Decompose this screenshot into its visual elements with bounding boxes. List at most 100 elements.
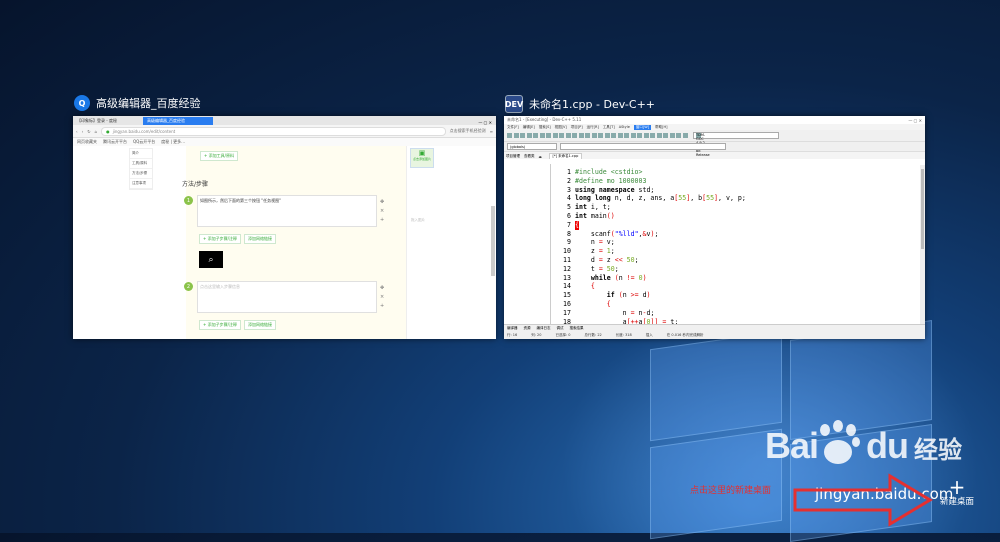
browser-task-title[interactable]: Q 高级编辑器_百度经验 <box>74 95 201 111</box>
left-menu-item[interactable]: 简介 <box>130 149 152 159</box>
toolbar-icon[interactable] <box>656 133 662 138</box>
side-tab[interactable]: 查看类 <box>522 154 537 159</box>
toolbar-icon[interactable] <box>513 133 519 138</box>
menu-item[interactable]: AStyle <box>619 125 630 129</box>
toolbar-icon[interactable] <box>630 133 636 138</box>
toolbar-icon[interactable] <box>526 133 532 138</box>
globals-select[interactable]: (globals) <box>507 143 557 150</box>
add-image-label: 点击添加图片 <box>412 157 431 161</box>
toolbar-icon[interactable] <box>565 133 571 138</box>
toolbar-icon[interactable] <box>650 133 655 138</box>
step1-text: 如图所示，然后下面的第三个按钮 "任务视图" <box>200 198 281 203</box>
toolbar-icon[interactable] <box>585 133 590 138</box>
devcpp-toolbar: TDM-GCC 4.9.2 64-bit Release <box>504 130 925 157</box>
editor-left-menu: 简介 工具/原料 方法/步骤 注意事项 <box>129 148 153 190</box>
function-select[interactable] <box>560 143 726 150</box>
add-link-button[interactable]: 添加网络链接 <box>244 320 276 330</box>
bookmark-item[interactable]: 腾讯云开平台 <box>103 139 127 145</box>
bottom-tab[interactable]: 资源 <box>524 326 531 331</box>
toolbar-icon[interactable] <box>559 133 564 138</box>
step2-placeholder: 点击这里输入步骤信息 <box>200 284 240 289</box>
status-item: 行: 16 <box>507 333 518 337</box>
toolbar-icon[interactable] <box>539 133 545 138</box>
editor-scrollbar[interactable] <box>920 165 925 325</box>
toolbar-icon[interactable] <box>572 133 577 138</box>
bookmark-item[interactable]: QQ云开平台 <box>133 139 155 145</box>
forward-icon[interactable]: › <box>82 129 84 134</box>
menu-item[interactable]: 搜索[S] <box>539 125 551 130</box>
toolbar-icon[interactable] <box>552 133 558 138</box>
toolbar-icon[interactable] <box>611 133 616 138</box>
toolbar-icon[interactable] <box>663 133 668 138</box>
side-tab-arrows[interactable]: ◂▸ <box>537 155 549 159</box>
left-menu-item[interactable]: 工具/原料 <box>130 159 152 169</box>
back-icon[interactable]: ‹ <box>76 129 78 134</box>
left-menu-item[interactable]: 注意事项 <box>130 179 152 189</box>
line-number: 5 <box>567 203 571 212</box>
bookmark-item[interactable]: 度秘 | 更多... <box>161 139 185 145</box>
devcpp-titlebar: 未命名1 - [Executing] - Dev-C++ 5.11 — ▢ ✕ <box>504 116 925 124</box>
toolbar-icon[interactable] <box>546 133 551 138</box>
browser-tab-2[interactable]: 高级编辑器_百度经验 <box>143 117 213 125</box>
toolbar-icon[interactable] <box>637 133 642 138</box>
menu-item[interactable]: 视图[V] <box>555 125 567 130</box>
left-menu-item[interactable]: 方法/步骤 <box>130 169 152 179</box>
toolbar-icon[interactable] <box>533 133 538 138</box>
side-tab[interactable]: 项目管理 <box>504 154 522 159</box>
browser-scrollbar[interactable] <box>491 206 495 276</box>
add-link-button[interactable]: 添加网络链接 <box>244 234 276 244</box>
step-side-icons[interactable]: ✥ × + <box>380 198 384 225</box>
add-image-button[interactable]: ▣ 点击添加图片 <box>410 148 434 168</box>
step-side-icons[interactable]: ✥ × + <box>380 284 384 311</box>
toolbar-icon[interactable] <box>598 133 603 138</box>
search-hint[interactable]: 点击搜索手机经验测 <box>450 128 486 134</box>
step1-textarea[interactable]: 如图所示，然后下面的第三个按钮 "任务视图" <box>197 195 377 227</box>
refresh-icon[interactable]: ↻ <box>87 129 90 134</box>
menu-item[interactable]: 工具[T] <box>603 125 615 130</box>
menu-item[interactable]: 编辑[E] <box>523 125 535 130</box>
toolbar-icon[interactable] <box>669 133 675 138</box>
menu-item[interactable]: 运行[R] <box>587 125 599 130</box>
new-desktop-button[interactable]: + 新建桌面 <box>935 477 979 507</box>
line-number: 9 <box>567 238 571 247</box>
toolbar-icon[interactable] <box>676 133 681 138</box>
toolbar-icon[interactable] <box>520 133 525 138</box>
menu-item[interactable]: 窗口[W] <box>633 124 652 130</box>
toolbar-icon[interactable] <box>604 133 610 138</box>
window-controls[interactable]: — ▢ ✕ <box>478 120 496 125</box>
bottom-tab[interactable]: 编译器 <box>507 326 518 331</box>
toolbar-icon[interactable] <box>578 133 584 138</box>
toolbar-icon[interactable] <box>617 133 623 138</box>
devcpp-task-title[interactable]: DEV 未命名1.cpp - Dev-C++ <box>505 95 655 113</box>
browser-window-thumbnail[interactable]: 【印象标】登录 - 度秘 高级编辑器_百度经验 — ▢ ✕ ‹ › ↻ ⌂ ● … <box>73 116 496 339</box>
address-bar[interactable]: ● jingyan.baidu.com/edit/content <box>101 126 446 136</box>
home-icon[interactable]: ⌂ <box>95 129 98 134</box>
devcpp-app-icon: DEV <box>505 95 523 113</box>
line-number: 12 <box>563 264 571 273</box>
menu-item[interactable]: 文件[F] <box>507 125 519 130</box>
menu-icon[interactable]: ≡ <box>490 129 493 134</box>
bookmark-item[interactable]: 网页收藏夹 <box>77 139 97 145</box>
add-tool-button[interactable]: + 添加工具/原料 <box>200 151 238 161</box>
editor-right-panel: ▣ 点击添加图片 拖入图片 <box>406 146 487 339</box>
toolbar-icon[interactable] <box>682 133 688 138</box>
bottom-tab[interactable]: 搜索结果 <box>570 326 584 331</box>
menu-item[interactable]: 帮助[H] <box>655 125 667 130</box>
bottom-tab[interactable]: 调试 <box>557 326 564 331</box>
add-substep-button[interactable]: + 添加子步骤/注释 <box>199 320 241 330</box>
compiler-select[interactable]: TDM-GCC 4.9.2 64-bit Release <box>693 132 779 157</box>
file-tab[interactable]: [*] 未命名1.cpp <box>548 153 583 159</box>
browser-tab-1[interactable]: 【印象标】登录 - 度秘 <box>73 117 143 125</box>
step2-textarea[interactable]: 点击这里输入步骤信息 <box>197 281 377 313</box>
scroll-thumb[interactable] <box>921 169 924 249</box>
toolbar-icon[interactable] <box>624 133 629 138</box>
window-controls[interactable]: — ▢ ✕ <box>908 118 925 123</box>
add-substep-button[interactable]: + 添加子步骤/注释 <box>199 234 241 244</box>
toolbar-icon[interactable] <box>591 133 597 138</box>
bottom-tab[interactable]: 编译日志 <box>537 326 551 331</box>
toolbar-icon[interactable] <box>507 133 512 138</box>
devcpp-window-thumbnail[interactable]: 未命名1 - [Executing] - Dev-C++ 5.11 — ▢ ✕ … <box>504 116 925 339</box>
toolbar-icon[interactable] <box>643 133 649 138</box>
code-editor[interactable]: 12345678910111213141516171819 #include <… <box>551 165 920 334</box>
menu-item[interactable]: 项目[P] <box>571 125 583 130</box>
